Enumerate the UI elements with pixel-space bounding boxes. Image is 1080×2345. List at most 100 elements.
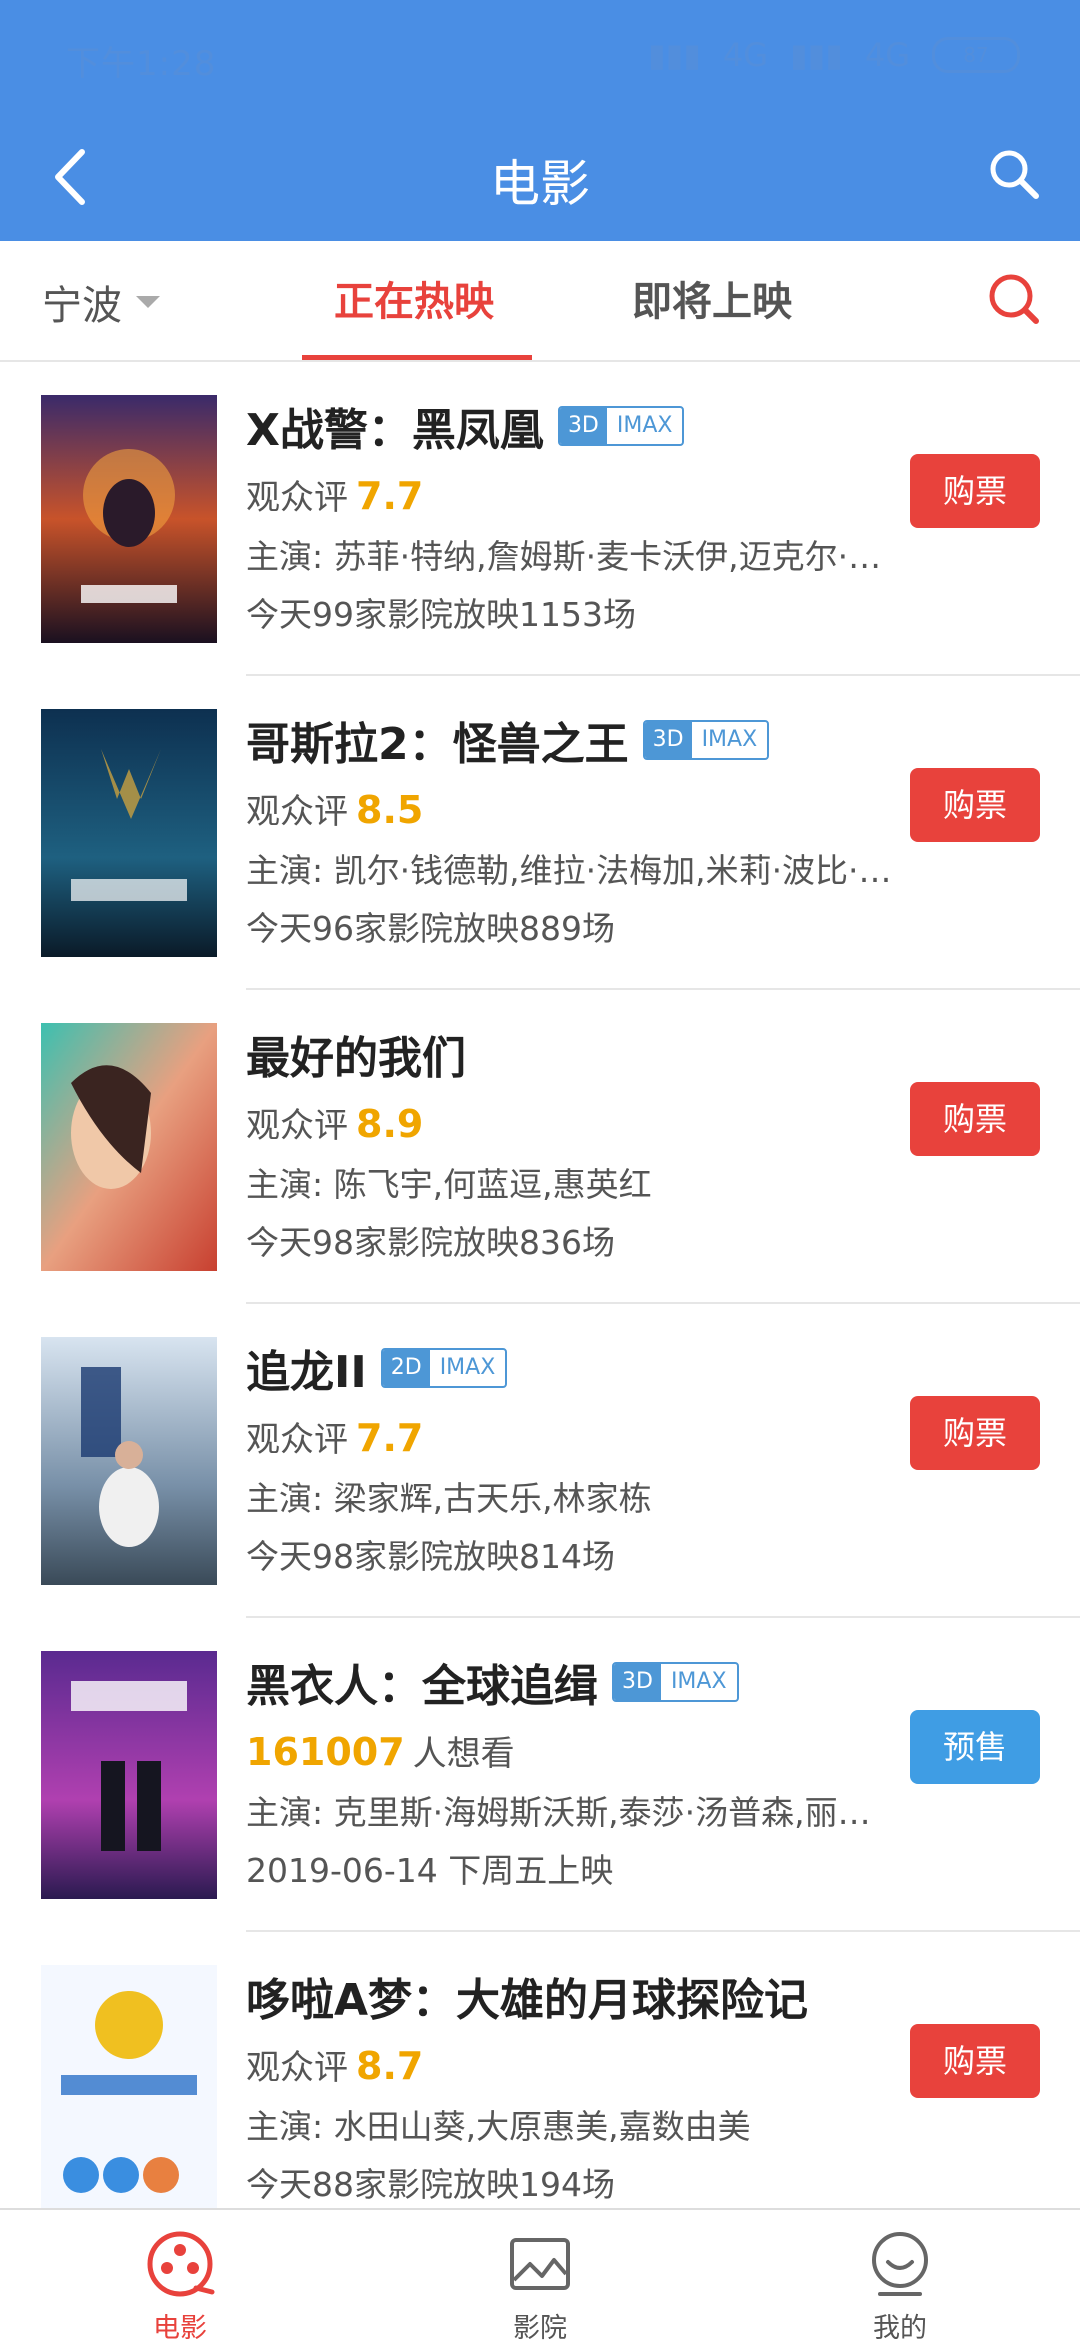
rating-score: 7.7 <box>356 474 424 518</box>
movie-item[interactable]: 哆啦A梦：大雄的月球探险记 观众评 8.7 主演: 水田山葵,大原惠美,嘉数由美… <box>0 1932 1080 2208</box>
want-row: 161007 人想看 <box>246 1726 515 1775</box>
film-reel-icon <box>147 2231 215 2297</box>
rating-score: 8.5 <box>356 788 424 832</box>
movie-item[interactable]: X战警：黑凤凰 3D IMAX 观众评 7.7 主演: 苏菲·特纳,詹姆斯·麦卡… <box>0 362 1080 676</box>
nav-item-mine[interactable]: 我的 <box>820 2216 980 2345</box>
nav-item-movies[interactable]: 电影 <box>100 2216 260 2345</box>
format-dimension: 3D <box>614 1664 661 1700</box>
movie-item[interactable]: 哥斯拉2：怪兽之王 3D IMAX 观众评 8.5 主演: 凯尔·钱德勒,维拉·… <box>0 676 1080 990</box>
format-imax: IMAX <box>616 413 673 438</box>
signal-icon: ▮▮▮ <box>790 36 843 74</box>
movie-poster[interactable] <box>41 709 217 957</box>
presale-button[interactable]: 预售 <box>910 1710 1040 1784</box>
showtimes-text: 今天96家影院放映889场 <box>246 909 615 948</box>
page-title: 电影 <box>490 155 590 213</box>
cast-text: 主演: 克里斯·海姆斯沃斯,泰莎·汤普森,丽贝卡·弗格森 <box>246 1793 896 1832</box>
movie-list[interactable]: X战警：黑凤凰 3D IMAX 观众评 7.7 主演: 苏菲·特纳,詹姆斯·麦卡… <box>0 362 1080 2208</box>
format-dimension: 3D <box>559 408 607 444</box>
movie-title: 追龙II <box>246 1347 367 1398</box>
rating-label: 观众评 <box>246 792 348 832</box>
movie-item[interactable]: 黑衣人：全球追缉 3D IMAX 161007 人想看 主演: 克里斯·海姆斯沃… <box>0 1618 1080 1932</box>
nav-label-cinemas: 影院 <box>513 2313 567 2344</box>
rating-label: 观众评 <box>246 1420 348 1460</box>
format-badge: 3D IMAX <box>612 1662 739 1702</box>
format-dimension: 3D <box>644 722 692 758</box>
format-badge: 3D IMAX <box>557 406 685 446</box>
tab-now-playing[interactable]: 正在热映 <box>334 269 494 327</box>
signal-icon: ▮▮▮ <box>648 36 701 74</box>
showtimes-text: 今天98家影院放映814场 <box>246 1537 615 1576</box>
showtimes-text: 今天88家影院放映194场 <box>246 2165 615 2204</box>
active-tab-indicator <box>302 355 532 360</box>
tab-coming-soon[interactable]: 即将上映 <box>632 269 792 327</box>
movie-poster[interactable] <box>41 1965 217 2208</box>
format-badge: 3D IMAX <box>642 720 770 760</box>
app-header: 下午1:28 ▮▮▮ 4G ▮▮▮ 4G 87 电影 <box>0 0 1080 241</box>
picture-frame-icon <box>510 2238 570 2290</box>
movie-title-row: X战警：黑凤凰 3D IMAX <box>246 396 685 456</box>
nav-label-movies: 电影 <box>153 2313 207 2344</box>
movie-title-row: 哥斯拉2：怪兽之王 3D IMAX <box>246 710 770 770</box>
status-time: 下午1:28 <box>66 44 217 84</box>
movie-poster[interactable] <box>41 395 217 643</box>
rating-score: 7.7 <box>356 1416 424 1460</box>
movie-title: 黑衣人：全球追缉 <box>246 1661 598 1712</box>
status-indicators: ▮▮▮ 4G ▮▮▮ 4G 87 <box>648 36 1020 74</box>
rating-row: 观众评 7.7 <box>246 470 423 519</box>
rating-row: 观众评 8.5 <box>246 784 423 833</box>
movie-title-row: 追龙II 2D IMAX <box>246 1338 508 1398</box>
movie-poster[interactable] <box>41 1651 217 1899</box>
showtimes-text: 今天98家影院放映836场 <box>246 1223 615 1262</box>
movie-title-row: 最好的我们 <box>246 1024 466 1084</box>
status-bar: 下午1:28 ▮▮▮ 4G ▮▮▮ 4G 87 <box>0 0 1080 120</box>
format-imax: IMAX <box>439 1355 496 1380</box>
nav-label-mine: 我的 <box>873 2313 927 2344</box>
rating-score: 8.9 <box>356 1102 424 1146</box>
movie-item[interactable]: 最好的我们 观众评 8.9 主演: 陈飞宇,何蓝逗,惠英红 今天98家影院放映8… <box>0 990 1080 1304</box>
smile-face-icon <box>872 2232 928 2296</box>
movie-poster[interactable] <box>41 1023 217 1271</box>
nav-item-cinemas[interactable]: 影院 <box>460 2216 620 2345</box>
network-label-2: 4G <box>864 36 910 74</box>
buy-ticket-button[interactable]: 购票 <box>910 1396 1040 1470</box>
battery-icon: 87 <box>932 37 1020 73</box>
movie-title-row: 黑衣人：全球追缉 3D IMAX <box>246 1652 739 1712</box>
format-imax: IMAX <box>701 727 758 752</box>
cast-text: 主演: 水田山葵,大原惠美,嘉数由美 <box>246 2107 751 2146</box>
buy-ticket-button[interactable]: 购票 <box>910 2024 1040 2098</box>
city-selector[interactable]: 宁波 <box>42 273 160 331</box>
rating-label: 观众评 <box>246 2048 348 2088</box>
rating-score: 8.7 <box>356 2044 424 2088</box>
release-date-text: 2019-06-14 下周五上映 <box>246 1851 614 1890</box>
format-imax: IMAX <box>670 1669 727 1694</box>
movie-title-row: 哆啦A梦：大雄的月球探险记 <box>246 1966 808 2026</box>
network-label-1: 4G <box>722 36 769 74</box>
movie-title: 哥斯拉2：怪兽之王 <box>246 719 629 770</box>
rating-row: 观众评 8.7 <box>246 2040 423 2089</box>
caret-down-icon <box>136 296 160 308</box>
rating-row: 观众评 8.9 <box>246 1098 423 1147</box>
rating-label: 观众评 <box>246 1106 348 1146</box>
search-icon[interactable] <box>986 146 1042 202</box>
search-icon[interactable] <box>986 271 1042 327</box>
cast-text: 主演: 凯尔·钱德勒,维拉·法梅加,米莉·波比·布朗 <box>246 851 896 890</box>
cast-text: 主演: 陈飞宇,何蓝逗,惠英红 <box>246 1165 652 1204</box>
movie-title: 最好的我们 <box>246 1033 466 1084</box>
movie-item[interactable]: 追龙II 2D IMAX 观众评 7.7 主演: 梁家辉,古天乐,林家栋 今天9… <box>0 1304 1080 1618</box>
top-bar: 电影 <box>0 120 1080 241</box>
city-label: 宁波 <box>42 283 122 329</box>
rating-row: 观众评 7.7 <box>246 1412 423 1461</box>
movie-poster[interactable] <box>41 1337 217 1585</box>
format-badge: 2D IMAX <box>380 1348 508 1388</box>
buy-ticket-button[interactable]: 购票 <box>910 1082 1040 1156</box>
rating-label: 观众评 <box>246 478 348 518</box>
tab-bar: 宁波 正在热映 即将上映 <box>0 241 1080 362</box>
bottom-nav: 电影 影院 我的 <box>0 2208 1080 2345</box>
buy-ticket-button[interactable]: 购票 <box>910 454 1040 528</box>
movie-title: X战警：黑凤凰 <box>246 405 544 456</box>
want-label: 人想看 <box>412 1734 515 1774</box>
want-count: 161007 <box>246 1730 405 1774</box>
buy-ticket-button[interactable]: 购票 <box>910 768 1040 842</box>
showtimes-text: 今天99家影院放映1153场 <box>246 595 636 634</box>
format-dimension: 2D <box>382 1350 430 1386</box>
